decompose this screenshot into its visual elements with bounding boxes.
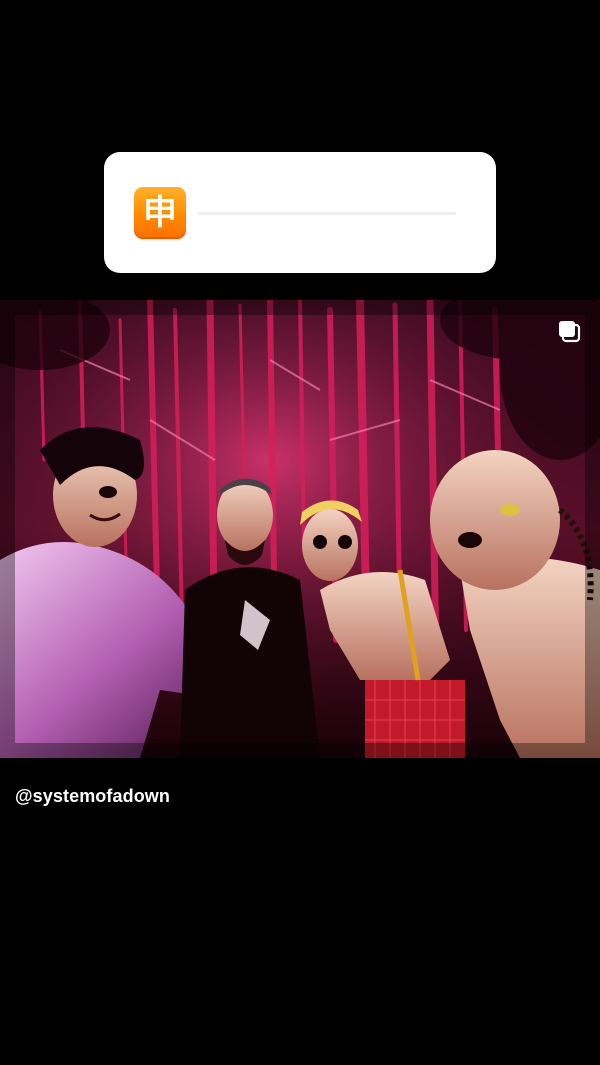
emoji-icon: 申: [134, 187, 186, 239]
copy-icon: [556, 318, 582, 344]
post-username[interactable]: @systemofadown: [15, 786, 170, 807]
band-photo: [0, 300, 600, 758]
emoji-glyph: 申: [143, 193, 177, 233]
emoji-slider-sticker[interactable]: 申: [104, 152, 496, 273]
shared-post-image[interactable]: [0, 300, 600, 758]
slider-track[interactable]: [198, 212, 456, 215]
